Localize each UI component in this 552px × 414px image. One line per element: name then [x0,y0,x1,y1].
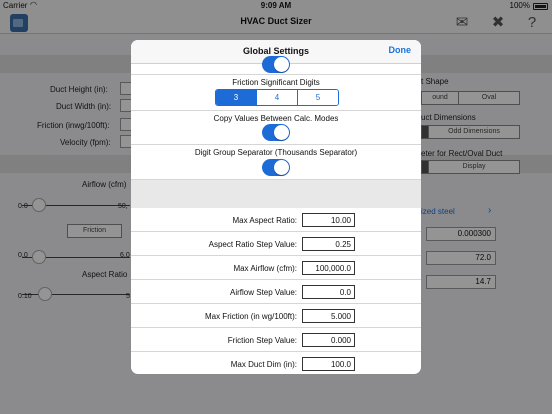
digits-option-3[interactable]: 3 [216,90,257,105]
aspect-ratio-step-input[interactable] [302,237,355,251]
airflow-step-label: Airflow Step Value: [230,288,297,297]
friction-digits-label: Friction Significant Digits [232,78,320,87]
airflow-step-input[interactable] [302,285,355,299]
top-toggle[interactable] [262,56,290,73]
max-friction-row: Max Friction (in wg/100ft): [131,304,421,328]
digits-option-5[interactable]: 5 [298,90,338,105]
group-separator-label: Digit Group Separator (Thousands Separat… [194,148,358,157]
divider [131,144,421,145]
max-aspect-ratio-label: Max Aspect Ratio: [232,216,297,225]
max-airflow-row: Max Airflow (cfm): [131,256,421,280]
max-duct-dim-label: Max Duct Dim (in): [230,360,297,369]
divider [131,74,421,75]
max-airflow-label: Max Airflow (cfm): [233,264,297,273]
max-duct-dim-input[interactable] [302,357,355,371]
max-aspect-ratio-row: Max Aspect Ratio: [131,208,421,232]
group-separator-toggle[interactable] [262,159,290,176]
modal-body: Friction Significant Digits 3 4 5 Copy V… [131,56,421,374]
max-friction-input[interactable] [302,309,355,323]
section-spacer [131,180,421,208]
copy-values-toggle[interactable] [262,124,290,141]
aspect-ratio-step-label: Aspect Ratio Step Value: [208,240,297,249]
digits-option-4[interactable]: 4 [257,90,298,105]
divider [131,110,421,111]
copy-values-label: Copy Values Between Calc. Modes [213,114,339,123]
modal-title: Global Settings [242,46,309,56]
friction-step-input[interactable] [302,333,355,347]
aspect-ratio-step-row: Aspect Ratio Step Value: [131,232,421,256]
max-duct-dim-row: Max Duct Dim (in): [131,352,421,374]
max-airflow-input[interactable] [302,261,355,275]
friction-digits-segmented[interactable]: 3 4 5 [215,89,339,106]
friction-step-label: Friction Step Value: [227,336,297,345]
airflow-step-row: Airflow Step Value: [131,280,421,304]
max-friction-label: Max Friction (in wg/100ft): [204,312,297,321]
done-button[interactable]: Done [389,45,412,55]
max-aspect-ratio-input[interactable] [302,213,355,227]
friction-step-row: Friction Step Value: [131,328,421,352]
global-settings-modal: Global Settings Done Friction Significan… [131,40,421,374]
